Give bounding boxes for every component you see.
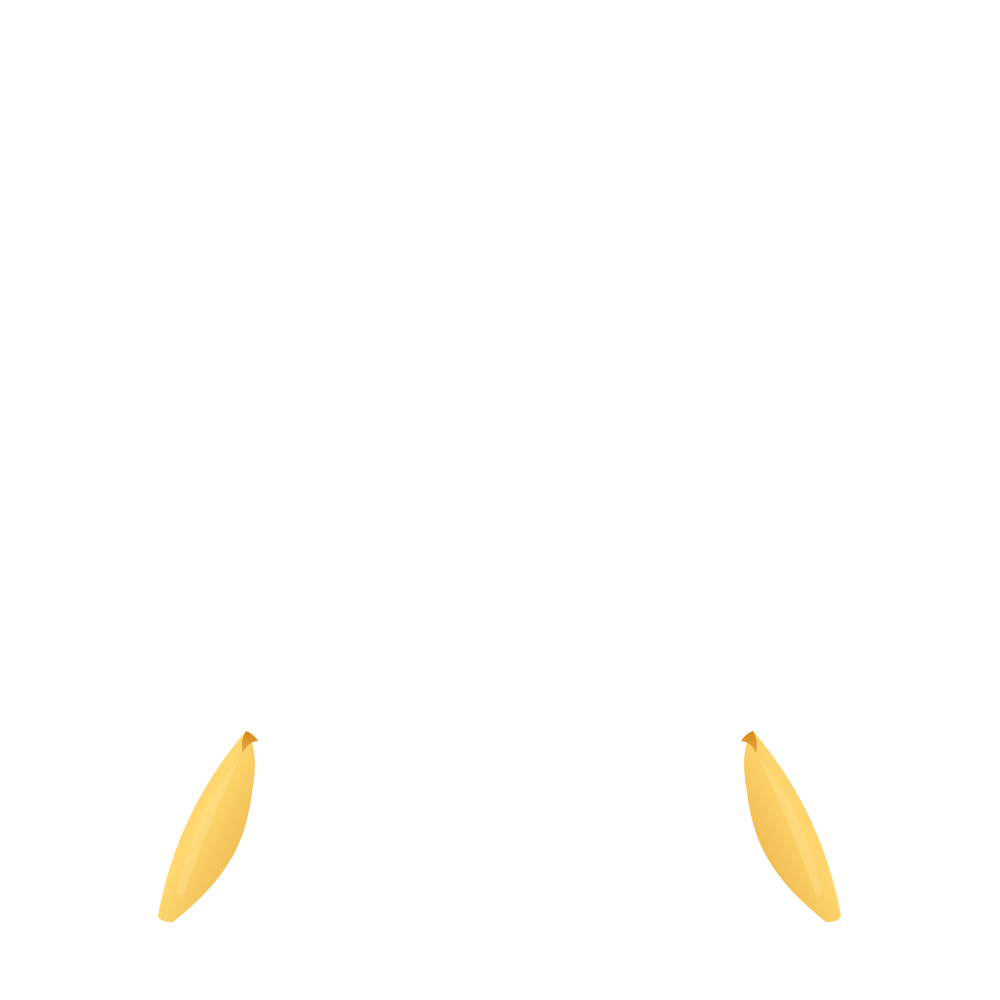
left-earring [158,731,258,922]
right-earring [741,731,841,922]
earrings-illustration [158,731,841,922]
product-photo-canvas [0,0,1000,1000]
